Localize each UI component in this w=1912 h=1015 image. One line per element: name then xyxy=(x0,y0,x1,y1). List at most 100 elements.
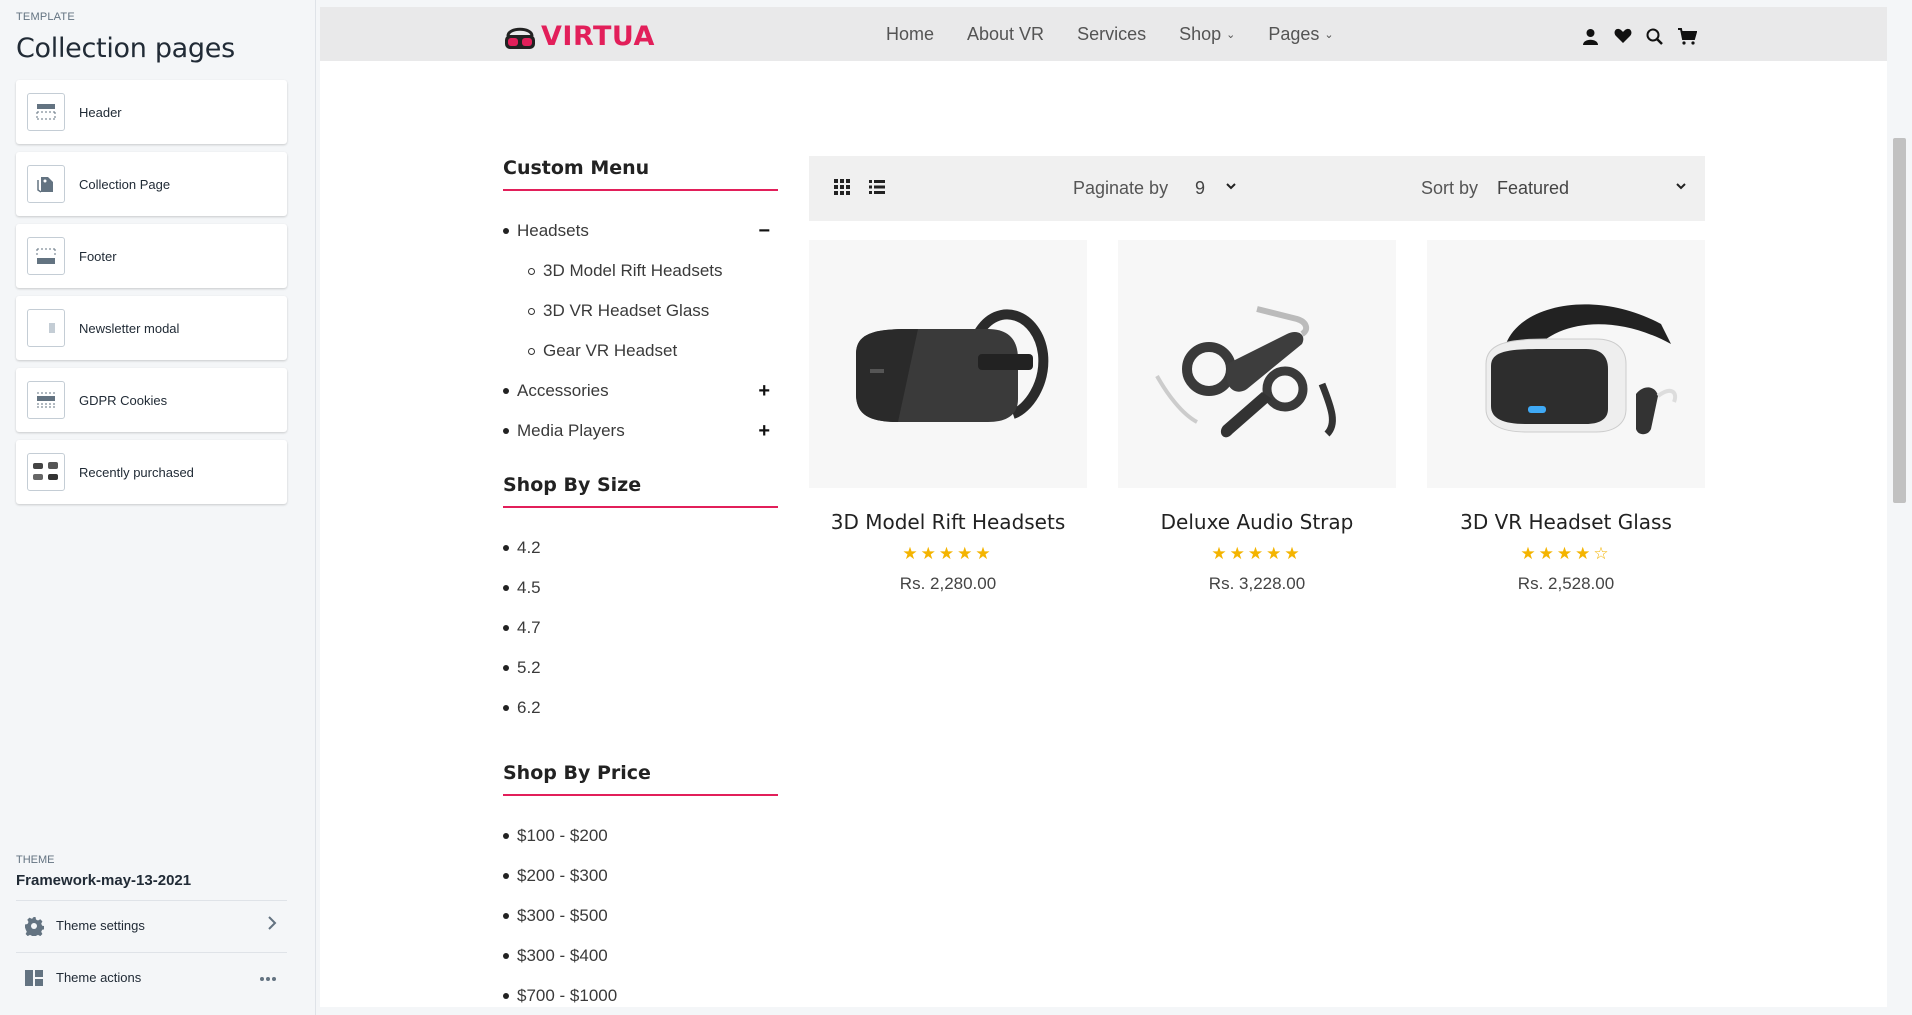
bullet-icon xyxy=(503,388,509,394)
price-label: $100 - $200 xyxy=(517,826,608,845)
bullet-icon xyxy=(503,545,509,551)
main-nav: Home About VR Services Shop ⌄ Pages ⌄ xyxy=(886,24,1367,45)
cart-icon[interactable] xyxy=(1678,26,1710,46)
product-grid-icon xyxy=(27,453,65,491)
price-label: $200 - $300 xyxy=(517,866,608,885)
product-name[interactable]: 3D Model Rift Headsets xyxy=(809,510,1087,534)
size-option[interactable]: 6.2 xyxy=(503,688,778,728)
section-header[interactable]: Header xyxy=(16,80,287,144)
theme-actions-button[interactable]: Theme actions xyxy=(16,952,287,1002)
price-label: $700 - $1000 xyxy=(517,986,618,1005)
nav-about-vr[interactable]: About VR xyxy=(967,24,1044,45)
product-name[interactable]: Deluxe Audio Strap xyxy=(1118,510,1396,534)
header-icons xyxy=(1582,26,1710,46)
bullet-icon xyxy=(503,625,509,631)
section-footer[interactable]: Footer xyxy=(16,224,287,288)
menu-item-accessories[interactable]: Accessories + xyxy=(503,371,778,411)
more-horizontal-icon[interactable] xyxy=(259,969,277,987)
chevron-down-icon[interactable] xyxy=(1675,179,1687,194)
circle-bullet-icon xyxy=(528,267,535,275)
collection-toolbar: Paginate by 9 Sort by Featured xyxy=(809,156,1705,221)
size-option[interactable]: 4.5 xyxy=(503,568,778,608)
paginate-select[interactable]: 9 xyxy=(1195,178,1205,199)
chevron-down-icon[interactable] xyxy=(1225,179,1237,194)
bullet-icon xyxy=(503,953,509,959)
custom-menu-filter: Custom Menu Headsets − 3D Model Rift Head… xyxy=(503,157,778,451)
collection-tag-icon xyxy=(27,165,65,203)
price-option[interactable]: $300 - $500 xyxy=(503,896,778,936)
product-image[interactable] xyxy=(1118,240,1396,488)
rating-stars: ★★★★☆ xyxy=(1520,544,1612,563)
modal-layout-icon xyxy=(27,309,65,347)
nav-home[interactable]: Home xyxy=(886,24,934,45)
section-recently-purchased[interactable]: Recently purchased xyxy=(16,440,287,504)
bullet-icon xyxy=(503,873,509,879)
menu-item-media-players[interactable]: Media Players + xyxy=(503,411,778,451)
scrollbar-thumb[interactable] xyxy=(1893,138,1906,503)
section-collection-page[interactable]: Collection Page xyxy=(16,152,287,216)
store-logo[interactable]: VIRTUA xyxy=(503,21,655,52)
menu-subitem[interactable]: Gear VR Headset xyxy=(503,331,778,371)
sort-select[interactable]: Featured xyxy=(1497,178,1569,199)
product-card[interactable]: 3D Model Rift Headsets ★★★★★ Rs. 2,280.0… xyxy=(809,240,1087,594)
product-card[interactable]: 3D VR Headset Glass ★★★★☆ Rs. 2,528.00 xyxy=(1427,240,1705,594)
gear-icon xyxy=(22,914,46,938)
bullet-icon xyxy=(503,705,509,711)
chevron-right-icon xyxy=(267,916,277,935)
template-label: TEMPLATE xyxy=(16,11,75,23)
grid-view-icon[interactable] xyxy=(833,178,851,201)
product-price: Rs. 3,228.00 xyxy=(1208,574,1306,593)
bullet-icon xyxy=(503,913,509,919)
expand-icon[interactable]: + xyxy=(758,420,770,443)
menu-item-label: Gear VR Headset xyxy=(543,341,678,360)
heart-icon[interactable] xyxy=(1614,26,1646,46)
paginate-label: Paginate by xyxy=(1073,178,1169,198)
bullet-icon xyxy=(503,993,509,999)
price-option[interactable]: $200 - $300 xyxy=(503,856,778,896)
collapse-icon[interactable]: − xyxy=(758,220,770,243)
price-option[interactable]: $100 - $200 xyxy=(503,816,778,856)
section-label: Collection Page xyxy=(79,176,171,192)
menu-subitem[interactable]: 3D VR Headset Glass xyxy=(503,291,778,331)
user-icon[interactable] xyxy=(1582,26,1614,46)
menu-item-label: Headsets xyxy=(517,221,589,240)
sort-label: Sort by xyxy=(1421,178,1479,198)
chevron-down-icon: ⌄ xyxy=(1324,29,1334,41)
size-option[interactable]: 4.2 xyxy=(503,528,778,568)
price-option[interactable]: $700 - $1000 xyxy=(503,976,778,1007)
bullet-icon xyxy=(503,665,509,671)
theme-settings-button[interactable]: Theme settings xyxy=(16,900,287,950)
preview-scrollbar[interactable] xyxy=(1887,0,1912,1015)
search-icon[interactable] xyxy=(1646,26,1678,46)
nav-shop[interactable]: Shop ⌄ xyxy=(1179,24,1235,45)
size-label: 4.7 xyxy=(517,618,541,637)
section-newsletter-modal[interactable]: Newsletter modal xyxy=(16,296,287,360)
section-gdpr-cookies[interactable]: GDPR Cookies xyxy=(16,368,287,432)
theme-editor-sidebar: TEMPLATE Collection pages Header Collect… xyxy=(0,0,316,1015)
rating-stars: ★★★★★ xyxy=(1211,544,1303,563)
filter-title: Shop By Size xyxy=(503,474,778,508)
product-card[interactable]: Deluxe Audio Strap ★★★★★ Rs. 3,228.00 xyxy=(1118,240,1396,594)
theme-settings-label: Theme settings xyxy=(56,918,145,933)
menu-item-headsets[interactable]: Headsets − xyxy=(503,211,778,251)
price-option[interactable]: $300 - $400 xyxy=(503,936,778,976)
nav-pages[interactable]: Pages ⌄ xyxy=(1268,24,1333,45)
menu-subitem[interactable]: 3D Model Rift Headsets xyxy=(503,251,778,291)
filter-title: Shop By Price xyxy=(503,762,778,796)
size-option[interactable]: 5.2 xyxy=(503,648,778,688)
menu-item-label: Media Players xyxy=(517,421,625,440)
menu-item-label: 3D VR Headset Glass xyxy=(543,301,710,320)
theme-layout-icon xyxy=(22,966,46,990)
nav-label: Shop xyxy=(1179,24,1222,44)
product-name[interactable]: 3D VR Headset Glass xyxy=(1427,510,1705,534)
list-view-icon[interactable] xyxy=(868,178,886,201)
bullet-icon xyxy=(503,585,509,591)
expand-icon[interactable]: + xyxy=(758,380,770,403)
filter-list: Headsets − 3D Model Rift Headsets 3D VR H… xyxy=(503,211,778,451)
size-option[interactable]: 4.7 xyxy=(503,608,778,648)
shop-by-price-filter: Shop By Price $100 - $200 $200 - $300 $3… xyxy=(503,762,778,1007)
nav-services[interactable]: Services xyxy=(1077,24,1146,45)
product-image[interactable] xyxy=(1427,240,1705,488)
rift-headset-image xyxy=(856,309,1049,422)
product-image[interactable] xyxy=(809,240,1087,488)
